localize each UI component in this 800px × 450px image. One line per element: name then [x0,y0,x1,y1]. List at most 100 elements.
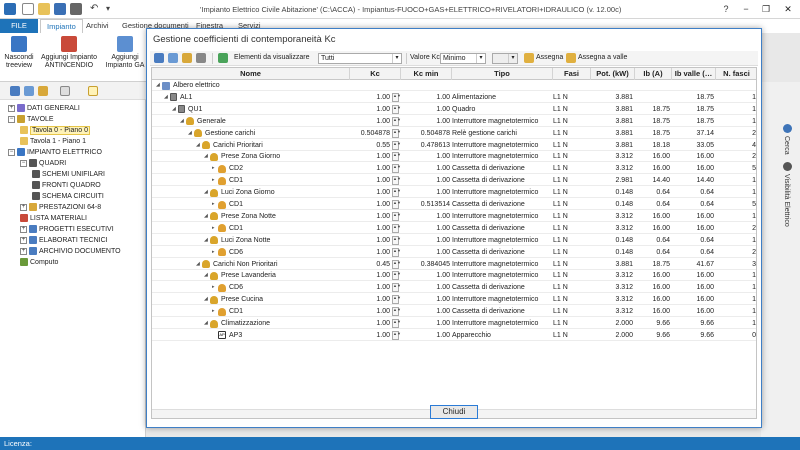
kc-spinner[interactable]: ▲▼ [392,247,401,257]
tree-item[interactable]: + ELABORATI TECNICI [20,236,108,246]
table-row[interactable]: ◢ Carichi Non Prioritari 0.45 0.384045 Inter… [152,259,756,270]
restore-button[interactable]: ❐ [756,2,776,16]
table-row[interactable]: ◢ Luci Zona Notte 1.00 1.00 Interruttore mag… [152,235,756,246]
table-row[interactable]: ▸ CD1 1.00 0.513514 Cassetta di derivazione L… [152,199,756,210]
table-row[interactable]: ▸ CD1 1.00 1.00 Cassetta di derivazione L1 N3… [152,223,756,234]
cell-kc[interactable]: 1.00 [350,294,392,305]
print-icon[interactable] [70,3,82,15]
kc-spinner[interactable]: ▲▼ [392,128,401,138]
visibility-panel-tab[interactable]: Visibilità Elettrico [783,174,790,227]
navigate-icon[interactable] [60,86,70,96]
tab-file[interactable]: FILE [0,19,38,33]
kc-spinner[interactable]: ▲▼ [392,152,401,162]
table-icon[interactable] [218,53,228,63]
cell-kc[interactable]: 1.00 [350,330,392,341]
table-row[interactable]: ◢ Prese Zona Giorno 1.00 1.00 Interruttore m… [152,151,756,163]
col-tipo[interactable]: Tipo [452,68,553,80]
tree-item[interactable]: SCHEMI UNIFILARI [32,170,105,180]
tree-item[interactable]: − IMPIANTO ELETTRICO [8,148,102,158]
expand-icon[interactable]: + [8,104,15,112]
table-row[interactable]: ◢ Prese Cucina 1.00 1.00 Interruttore magnet… [152,294,756,306]
kc-spinner[interactable]: ▲▼ [392,176,401,186]
table-row[interactable]: ▸ CD1 1.00 1.00 Cassetta di derivazione L1 N2… [152,175,756,187]
close-button[interactable]: ✕ [778,2,798,16]
tree-item[interactable]: LISTA MATERIALI [20,214,87,224]
highlight-tool-icon[interactable] [88,86,98,96]
cell-kc[interactable]: 1.00 [350,175,392,186]
tree-tool-2-icon[interactable] [24,86,34,96]
kc-spinner[interactable]: ▲▼ [392,92,401,102]
cell-kc[interactable]: 0.45 [350,259,392,270]
kc-value-select[interactable]: Minimo ▾ [440,53,486,64]
cell-kc[interactable]: 1.00 [350,211,392,222]
kc-spinner[interactable]: ▲▼ [392,319,401,328]
tree-item[interactable]: Tavola 1 - Piano 1 [20,137,86,147]
kc-spinner[interactable]: ▲▼ [392,188,401,198]
col-kc[interactable]: Kc [350,68,401,80]
tab-impianto[interactable]: Impianto [40,19,83,33]
cell-kc[interactable]: 1.00 [350,163,392,174]
col-ib[interactable]: Ib (A) [635,68,672,80]
kc-spinner[interactable]: ▲▼ [392,211,401,221]
tree-item[interactable]: Computo [20,258,58,268]
table-row[interactable]: ◢ Climatizzazione 1.00 1.00 Interruttore mag… [152,318,756,329]
table-row[interactable]: ◢ Luci Zona Giorno 1.00 1.00 Interruttore ma… [152,187,756,199]
tree-item[interactable]: − TAVOLE [8,115,54,125]
open-folder-icon[interactable] [38,3,50,15]
kc-spinner[interactable]: ▲▼ [392,295,401,305]
cell-kc[interactable]: 1.00 [350,270,392,281]
collapse-icon[interactable]: − [8,115,15,123]
col-ib-valle[interactable]: Ib valle (… [672,68,716,80]
kc-spinner[interactable]: ▲▼ [392,235,401,245]
filter-icon[interactable] [182,53,192,63]
table-row[interactable]: AP AP3 1.00 1.00 Apparecchio L1 N 2.000 9.66 9.6… [152,330,756,341]
col-pot[interactable]: Pot. (kW) [591,68,635,80]
kc-spinner[interactable]: ▲▼ [392,271,401,281]
cell-kc[interactable]: 1.00 [350,247,392,258]
table-row[interactable]: ▸ CD1 1.00 1.00 Cassetta di derivazione L1 N3… [152,306,756,318]
col-fasi[interactable]: Fasi [553,68,591,80]
table-row[interactable]: ◢ Generale 1.00 1.00 Interruttore magnetoter… [152,116,756,127]
help-icon[interactable]: ? [716,2,736,16]
expand-icon[interactable]: + [20,225,27,233]
delete-icon[interactable] [196,53,206,63]
tree-tool-3-icon[interactable] [38,86,48,96]
table-row[interactable]: ◢ Carichi Prioritari 0.55 0.478613 Interrutt… [152,140,756,151]
kc-number-input[interactable]: ▾ [492,53,518,64]
table-row[interactable]: ◢ Albero elettrico [152,80,756,91]
cell-kc[interactable]: 1.00 [350,282,392,293]
kc-spinner[interactable]: ▲▼ [392,104,401,114]
visibility-icon[interactable] [783,162,792,171]
tree-item[interactable]: FRONTI QUADRO [32,181,101,191]
close-dialog-button[interactable]: Chiudi [430,405,478,419]
table-row[interactable]: ▸ CD2 1.00 1.00 Cassetta di derivazione L1 N3… [152,163,756,175]
expand-icon[interactable]: + [20,203,27,211]
tree-item[interactable]: + DATI GENERALI [8,104,80,114]
col-nome[interactable]: Nome [152,68,350,80]
table-row[interactable]: ◢ AL1 1.00 1.00 Alimentazione L1 N 3.881 18.75 1… [152,92,756,103]
kc-spinner[interactable]: ▲▼ [392,140,401,150]
kc-spinner[interactable]: ▲▼ [392,283,401,293]
hide-treeview-button[interactable]: Nascondi treeview [3,36,35,70]
add-gas-system-button[interactable]: Aggiungi Impianto GA [104,36,146,70]
table-row[interactable]: ◢ Prese Zona Notte 1.00 1.00 Interruttore ma… [152,211,756,222]
assign-button[interactable]: Assegna [536,54,563,61]
save-icon[interactable] [54,3,66,15]
cell-kc[interactable]: 1.00 [350,199,392,210]
search-panel-tab[interactable]: Cerca [783,136,790,155]
kc-spinner[interactable]: ▲▼ [392,259,401,269]
kc-spinner[interactable]: ▲▼ [392,116,401,126]
kc-spinner[interactable]: ▲▼ [392,307,401,317]
table-row[interactable]: ◢ Prese Lavanderia 1.00 1.00 Interruttore ma… [152,270,756,282]
table-row[interactable]: ▸ CD6 1.00 1.00 Cassetta di derivazione L1 N3… [152,282,756,294]
cell-kc[interactable]: 0.55 [350,140,392,151]
tree-item[interactable]: Tavola 0 - Piano 0 [20,126,91,136]
kc-spinner[interactable]: ▲▼ [392,164,401,174]
cell-kc[interactable]: 1.00 [350,223,392,234]
col-kc-min[interactable]: Kc min [401,68,452,80]
table-row[interactable]: ▸ CD6 1.00 1.00 Cassetta di derivazione L1 N0… [152,247,756,258]
tree-item[interactable]: + PRESTAZIONI 64-8 [20,203,101,213]
tree-tool-1-icon[interactable] [10,86,20,96]
cell-kc[interactable]: 1.00 [350,187,392,198]
table-row[interactable]: ◢ Gestione carichi 0.504878 0.504878 Relè ge… [152,128,756,139]
